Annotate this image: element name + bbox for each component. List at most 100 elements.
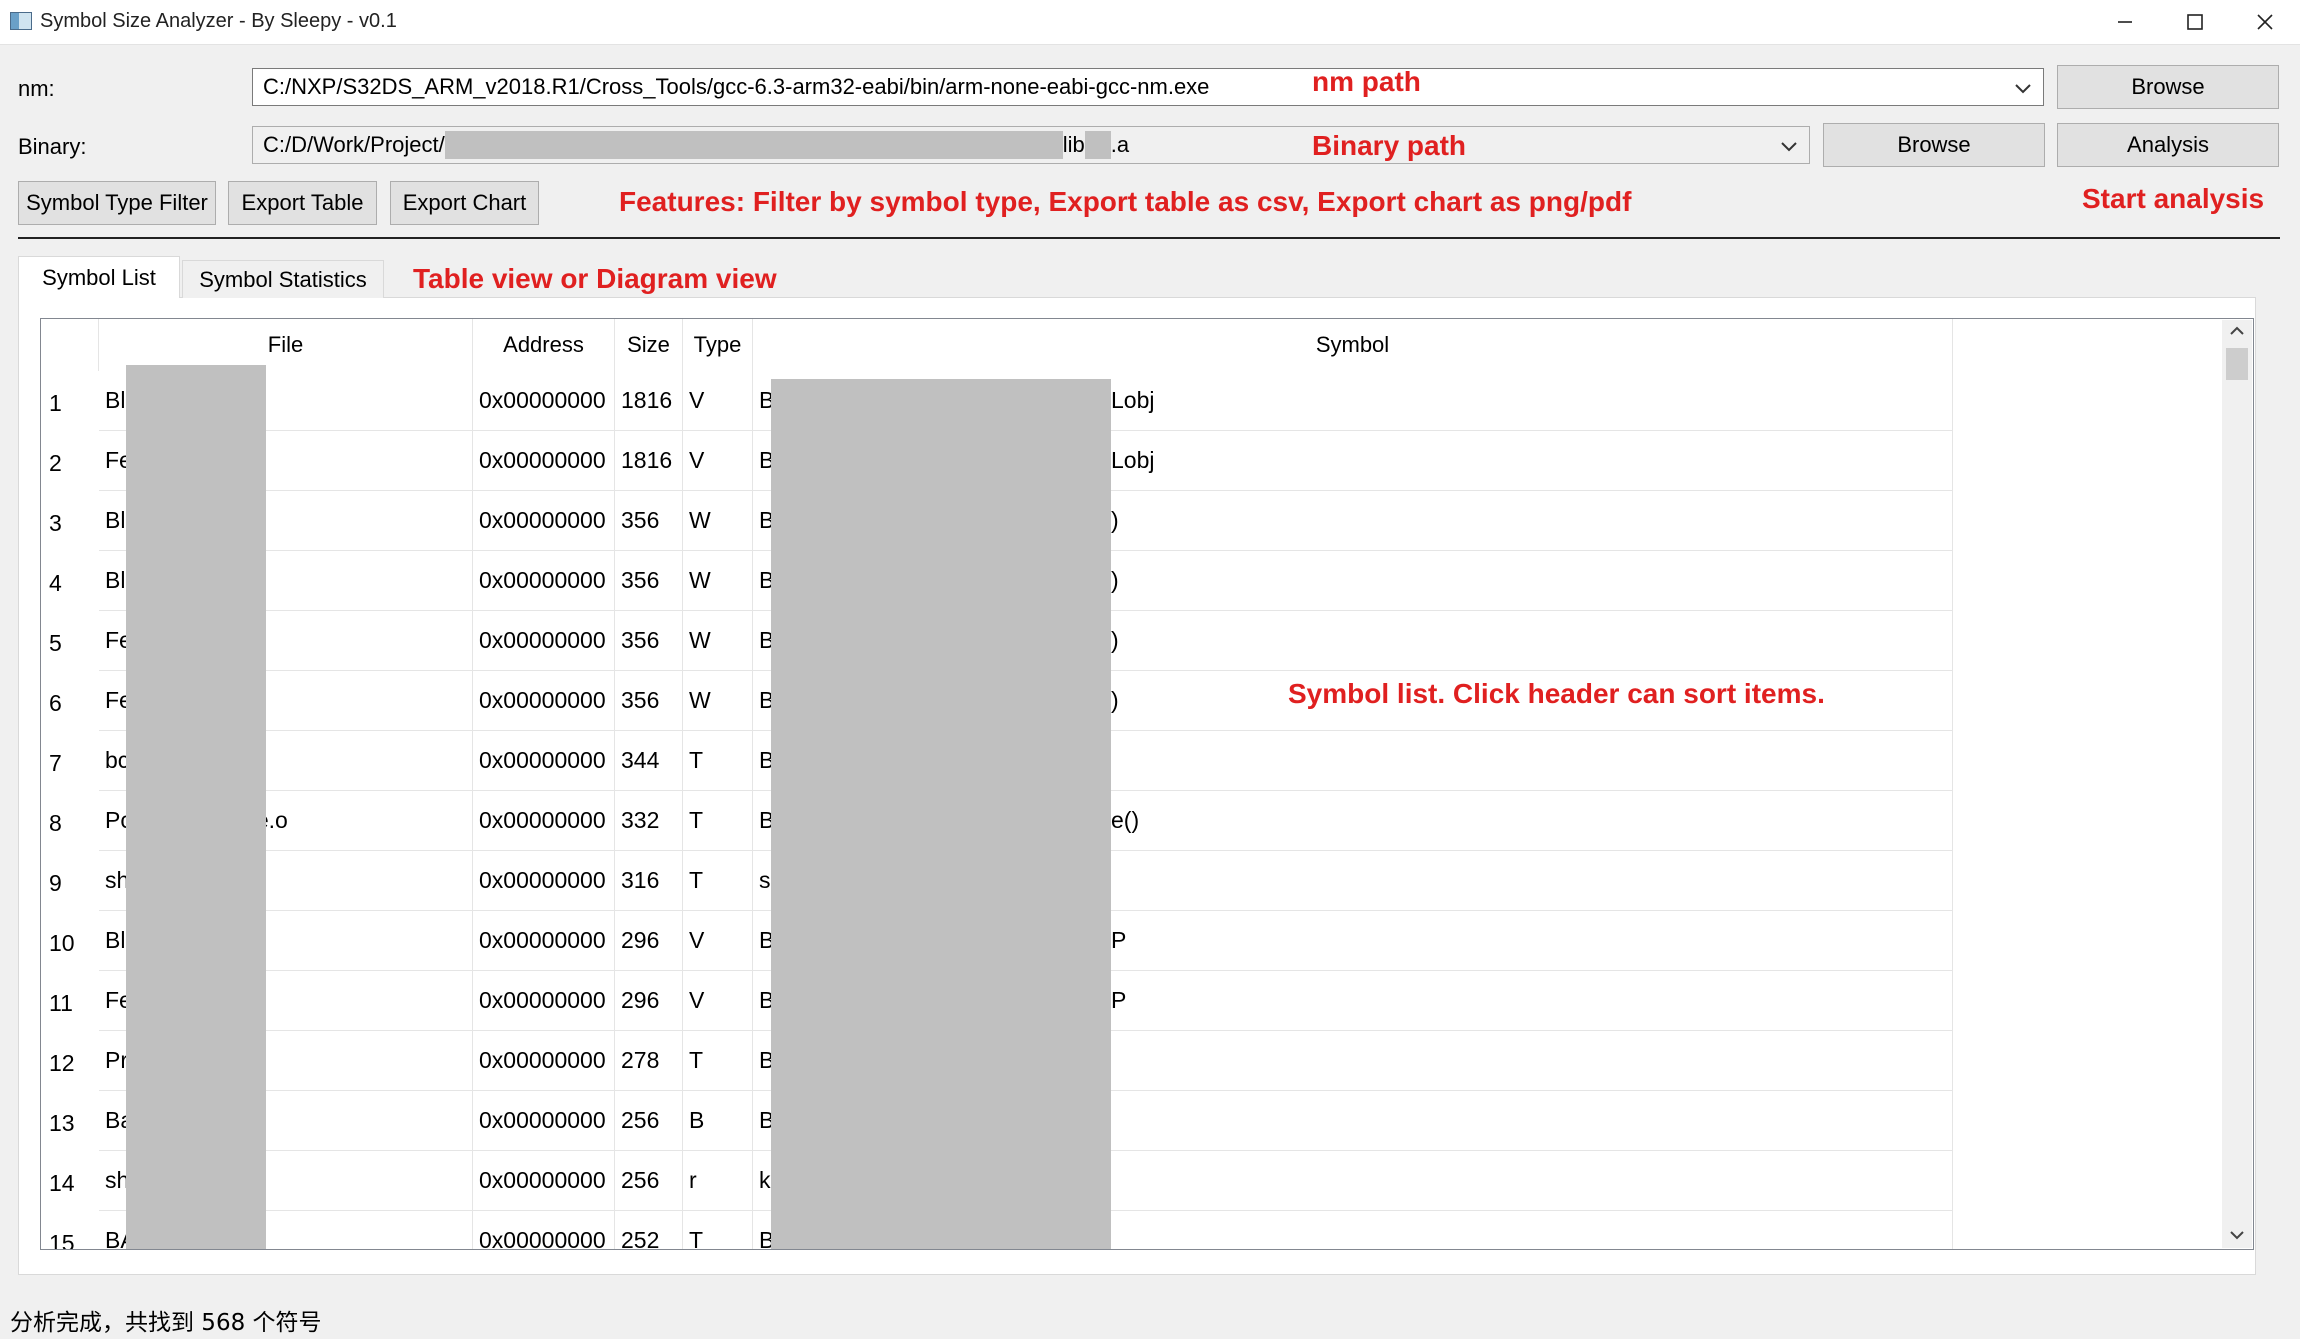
cell-type[interactable]: W	[683, 671, 753, 731]
annotation-binary-path: Binary path	[1312, 130, 1467, 161]
redacted-symbol-column	[771, 379, 1111, 1249]
vertical-scrollbar[interactable]	[2222, 320, 2252, 1248]
cell-size[interactable]: 356	[615, 671, 683, 731]
cell-size[interactable]: 256	[615, 1151, 683, 1211]
binary-path-mid: lib	[1062, 132, 1085, 157]
cell-address[interactable]: 0x00000000	[473, 911, 615, 971]
cell-type[interactable]: W	[683, 551, 753, 611]
cell-type[interactable]: V	[683, 431, 753, 491]
header-address[interactable]: Address	[473, 319, 615, 371]
cell-type[interactable]: B	[683, 1091, 753, 1151]
cell-address[interactable]: 0x00000000	[473, 1151, 615, 1211]
nm-path-combo[interactable]: C:/NXP/S32DS_ARM_v2018.R1/Cross_Tools/gc…	[252, 68, 2044, 106]
nm-browse-button[interactable]: Browse	[2057, 65, 2279, 109]
cell-size[interactable]: 296	[615, 971, 683, 1031]
chevron-down-icon[interactable]	[2013, 78, 2033, 104]
cell-address[interactable]: 0x00000000	[473, 1091, 615, 1151]
cell-address[interactable]: 0x00000000	[473, 1211, 615, 1249]
binary-label: Binary:	[18, 134, 87, 159]
tab-symbol-list[interactable]: Symbol List	[18, 256, 180, 298]
cell-address[interactable]: 0x00000000	[473, 551, 615, 611]
header-size[interactable]: Size	[615, 319, 683, 371]
cell-type[interactable]: r	[683, 1151, 753, 1211]
chevron-up-icon[interactable]	[2228, 322, 2246, 345]
cell-size[interactable]: 356	[615, 611, 683, 671]
tab-symbol-statistics[interactable]: Symbol Statistics	[182, 260, 384, 298]
file-text-start: Pr	[105, 1047, 128, 1073]
binary-path-prefix: C:/D/Work/Project/	[263, 132, 445, 157]
annotation-features: Features: Filter by symbol type, Export …	[619, 186, 1632, 217]
cell-type[interactable]: T	[683, 1031, 753, 1091]
cell-size[interactable]: 1816	[615, 431, 683, 491]
cell-address[interactable]: 0x00000000	[473, 431, 615, 491]
cell-type[interactable]: T	[683, 791, 753, 851]
minimize-icon	[2118, 21, 2132, 23]
cell-size[interactable]: 278	[615, 1031, 683, 1091]
cell-type[interactable]: T	[683, 731, 753, 791]
app-icon	[10, 12, 32, 30]
minimize-button[interactable]	[2090, 0, 2160, 44]
cell-address[interactable]: 0x00000000	[473, 671, 615, 731]
header-symbol[interactable]: Symbol	[753, 319, 1953, 371]
cell-size[interactable]: 296	[615, 911, 683, 971]
row-number: 4	[49, 569, 62, 596]
cell-address[interactable]: 0x00000000	[473, 371, 615, 431]
row-number: 13	[49, 1109, 75, 1136]
cell-type[interactable]: W	[683, 611, 753, 671]
title-bar: Symbol Size Analyzer - By Sleepy - v0.1	[0, 0, 2300, 45]
cell-size[interactable]: 356	[615, 491, 683, 551]
symbol-text-end: Lobj	[1111, 387, 1155, 413]
export-chart-button[interactable]: Export Chart	[390, 181, 539, 225]
cell-address[interactable]: 0x00000000	[473, 731, 615, 791]
symbol-type-filter-button[interactable]: Symbol Type Filter	[18, 181, 216, 225]
cell-size[interactable]: 252	[615, 1211, 683, 1249]
symbol-text-end: )	[1111, 627, 1119, 653]
cell-size[interactable]: 316	[615, 851, 683, 911]
row-number: 14	[49, 1169, 75, 1196]
divider	[18, 237, 2280, 239]
cell-address[interactable]: 0x00000000	[473, 611, 615, 671]
header-type[interactable]: Type	[683, 319, 753, 371]
scrollbar-thumb[interactable]	[2226, 348, 2248, 380]
cell-type[interactable]: W	[683, 491, 753, 551]
cell-type[interactable]: V	[683, 371, 753, 431]
row-number: 11	[49, 989, 73, 1016]
chevron-down-icon[interactable]	[2228, 1226, 2246, 1249]
binary-path-suffix: .a	[1110, 132, 1130, 157]
close-button[interactable]	[2230, 0, 2300, 44]
nm-path-value: C:/NXP/S32DS_ARM_v2018.R1/Cross_Tools/gc…	[263, 74, 1210, 99]
close-icon	[2257, 14, 2273, 30]
symbol-text-end: Lobj	[1111, 447, 1155, 473]
cell-size[interactable]: 356	[615, 551, 683, 611]
cell-type[interactable]: V	[683, 971, 753, 1031]
analysis-button[interactable]: Analysis	[2057, 123, 2279, 167]
row-number: 8	[49, 809, 62, 836]
status-bar-text: 分析完成，共找到 568 个符号	[10, 1310, 322, 1336]
chevron-down-icon[interactable]	[1779, 136, 1799, 162]
export-table-button[interactable]: Export Table	[228, 181, 377, 225]
binary-browse-button[interactable]: Browse	[1823, 123, 2045, 167]
cell-address[interactable]: 0x00000000	[473, 851, 615, 911]
cell-size[interactable]: 344	[615, 731, 683, 791]
row-number: 3	[49, 509, 62, 536]
cell-address[interactable]: 0x00000000	[473, 491, 615, 551]
row-number: 1	[49, 389, 62, 416]
cell-size[interactable]: 332	[615, 791, 683, 851]
symbol-table[interactable]: File Address Size Type Symbol 1 Bl 0x00000…	[40, 318, 2254, 1250]
header-file[interactable]: File	[99, 319, 473, 371]
symbol-text-end: )	[1111, 687, 1119, 713]
cell-address[interactable]: 0x00000000	[473, 971, 615, 1031]
cell-address[interactable]: 0x00000000	[473, 1031, 615, 1091]
row-number: 9	[49, 869, 62, 896]
annotation-views: Table view or Diagram view	[413, 263, 777, 294]
cell-address[interactable]: 0x00000000	[473, 791, 615, 851]
annotation-symbol-list: Symbol list. Click header can sort items…	[1288, 678, 1825, 709]
cell-type[interactable]: V	[683, 911, 753, 971]
cell-type[interactable]: T	[683, 851, 753, 911]
maximize-button[interactable]	[2160, 0, 2230, 44]
cell-size[interactable]: 1816	[615, 371, 683, 431]
cell-type[interactable]: T	[683, 1211, 753, 1249]
binary-path-combo[interactable]: C:/D/Work/Project/ lib .a	[252, 126, 1810, 164]
row-number: 12	[49, 1049, 75, 1076]
cell-size[interactable]: 256	[615, 1091, 683, 1151]
